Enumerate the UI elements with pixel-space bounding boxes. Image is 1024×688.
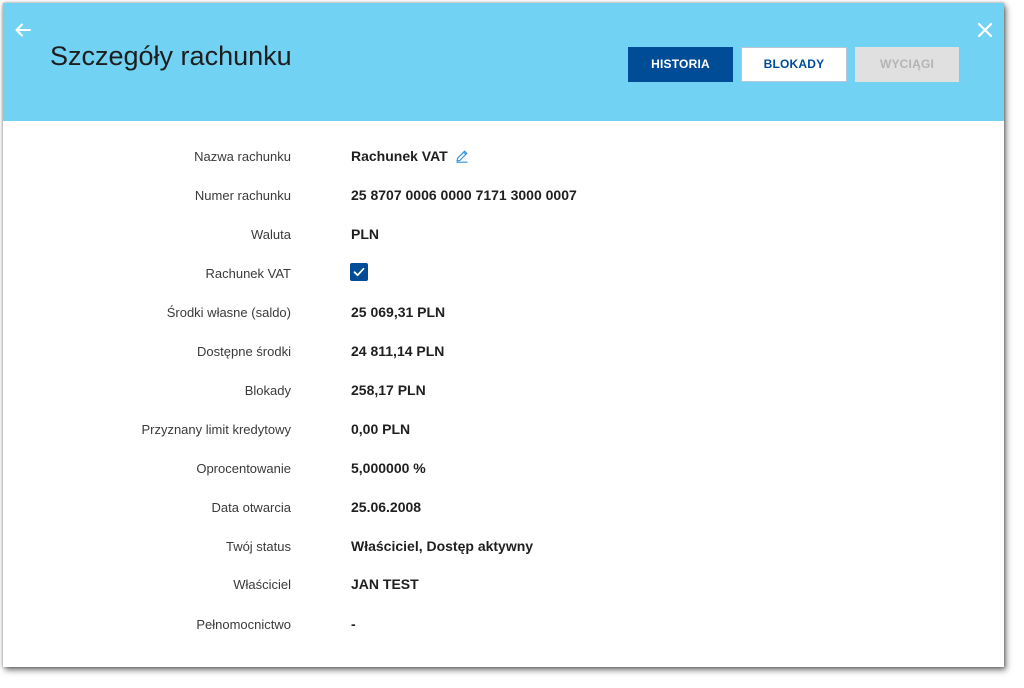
currency-value: PLN: [351, 226, 379, 242]
interest-value: 5,000000 %: [351, 460, 426, 476]
power-of-attorney-value: -: [351, 616, 356, 632]
power-of-attorney-label: Pełnomocnictwo: [196, 617, 291, 632]
your-status-value: Właściciel, Dostęp aktywny: [351, 538, 534, 554]
own-funds-label: Środki własne (saldo): [166, 305, 291, 320]
blocks-button[interactable]: BLOKADY: [741, 47, 847, 82]
opening-date-label: Data otwarcia: [211, 500, 291, 515]
pencil-icon[interactable]: [455, 149, 469, 163]
account-number-value: 25 8707 0006 0000 7171 3000 0007: [351, 187, 577, 203]
vat-account-checkbox[interactable]: [350, 263, 368, 281]
owner-label: Właściciel: [233, 577, 291, 592]
statements-button: WYCIĄGI: [855, 47, 959, 82]
your-status-label: Twój status: [225, 539, 291, 554]
checkmark-icon: [353, 267, 365, 277]
arrow-left-icon[interactable]: [13, 20, 33, 40]
row-opening-date: Data otwarcia 25.06.2008: [3, 496, 1004, 520]
row-interest: Oprocentowanie 5,000000 %: [3, 457, 1004, 481]
currency-label: Waluta: [251, 227, 291, 242]
available-funds-value: 24 811,14 PLN: [351, 343, 445, 359]
blocks-value: 258,17 PLN: [351, 382, 426, 398]
row-available-funds: Dostępne środki 24 811,14 PLN: [3, 340, 1004, 364]
account-name-value-wrap: Rachunek VAT: [351, 148, 469, 164]
row-account-name: Nazwa rachunku Rachunek VAT: [3, 145, 1004, 169]
row-power-of-attorney: Pełnomocnictwo -: [3, 613, 1004, 637]
interest-label: Oprocentowanie: [196, 461, 291, 476]
row-vat-account: Rachunek VAT: [3, 262, 1004, 286]
own-funds-value: 25 069,31 PLN: [351, 304, 446, 320]
history-button[interactable]: HISTORIA: [628, 47, 733, 82]
owner-value: JAN TEST: [351, 576, 419, 592]
header: Szczegóły rachunku HISTORIA BLOKADY WYCI…: [3, 3, 1004, 121]
account-name-value: Rachunek VAT: [351, 148, 448, 164]
row-blocks: Blokady 258,17 PLN: [3, 379, 1004, 403]
row-owner: Właściciel JAN TEST: [3, 573, 1004, 597]
row-own-funds: Środki własne (saldo) 25 069,31 PLN: [3, 301, 1004, 325]
available-funds-label: Dostępne środki: [197, 344, 291, 359]
credit-limit-label: Przyznany limit kredytowy: [141, 422, 291, 437]
account-name-label: Nazwa rachunku: [194, 149, 291, 164]
row-account-number: Numer rachunku 25 8707 0006 0000 7171 30…: [3, 184, 1004, 208]
opening-date-value: 25.06.2008: [351, 499, 422, 515]
row-your-status: Twój status Właściciel, Dostęp aktywny: [3, 535, 1004, 559]
blocks-label: Blokady: [244, 383, 291, 398]
row-credit-limit: Przyznany limit kredytowy 0,00 PLN: [3, 418, 1004, 442]
page-title: Szczegóły rachunku: [50, 41, 292, 71]
account-details-window: Szczegóły rachunku HISTORIA BLOKADY WYCI…: [3, 3, 1004, 667]
account-number-label: Numer rachunku: [194, 188, 291, 203]
credit-limit-value: 0,00 PLN: [351, 421, 411, 437]
row-currency: Waluta PLN: [3, 223, 1004, 247]
close-icon[interactable]: [975, 20, 995, 40]
vat-account-label: Rachunek VAT: [205, 266, 291, 281]
